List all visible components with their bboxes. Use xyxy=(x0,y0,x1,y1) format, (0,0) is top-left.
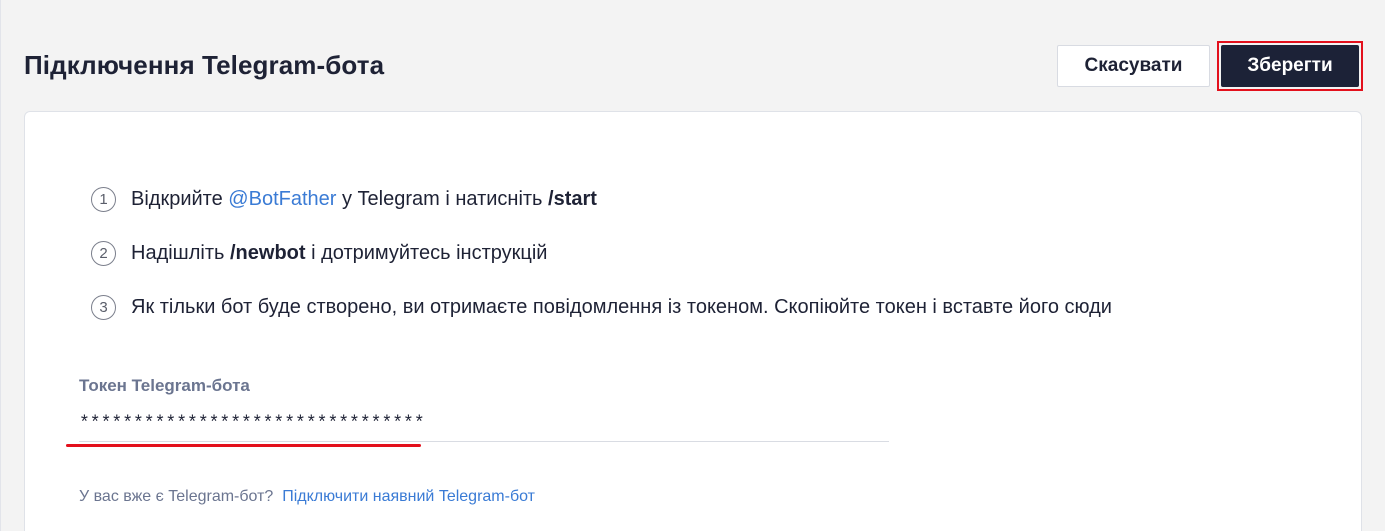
header: Підключення Telegram-бота Скасувати Збер… xyxy=(1,0,1385,110)
start-command: /start xyxy=(548,187,597,210)
step-1-text-middle: у Telegram і натисніть xyxy=(336,187,549,210)
instruction-step-1: 1 Відкрийте @BotFather у Telegram і нати… xyxy=(91,172,1112,226)
instruction-step-2: 2 Надішліть /newbot і дотримуйтесь інстр… xyxy=(91,226,1112,280)
step-number-3: 3 xyxy=(91,294,116,320)
cancel-button[interactable]: Скасувати xyxy=(1057,45,1210,87)
existing-bot-prompt: У вас вже є Telegram-бот? Підключити ная… xyxy=(79,488,535,506)
step-1-text-before: Відкрийте xyxy=(131,187,229,210)
instruction-step-3: 3 Як тільки бот буде створено, ви отрима… xyxy=(91,280,1112,334)
page: Підключення Telegram-бота Скасувати Збер… xyxy=(0,0,1385,531)
step-number-1: 1 xyxy=(91,186,116,212)
newbot-command: /newbot xyxy=(229,241,306,264)
highlight-underline xyxy=(66,444,421,447)
instructions-list: 1 Відкрийте @BotFather у Telegram і нати… xyxy=(91,172,1112,334)
save-button[interactable]: Зберегти xyxy=(1221,45,1359,87)
save-button-highlight: Зберегти xyxy=(1217,41,1363,91)
token-field-label: Токен Telegram-бота xyxy=(79,376,250,395)
botfather-link[interactable]: @BotFather xyxy=(228,188,336,211)
connect-existing-bot-link[interactable]: Підключити наявний Telegram-бот xyxy=(282,488,535,505)
step-2-text-before: Надішліть xyxy=(131,241,230,264)
existing-bot-question: У вас вже є Telegram-бот? xyxy=(79,488,278,505)
settings-card: 1 Відкрийте @BotFather у Telegram і нати… xyxy=(24,111,1362,531)
page-title: Підключення Telegram-бота xyxy=(24,50,385,80)
token-input[interactable] xyxy=(79,406,889,442)
step-number-2: 2 xyxy=(91,240,116,266)
step-3-text: Як тільки бот буде створено, ви отримаєт… xyxy=(131,295,1112,318)
step-2-text-after: і дотримуйтесь інструкцій xyxy=(305,241,548,264)
